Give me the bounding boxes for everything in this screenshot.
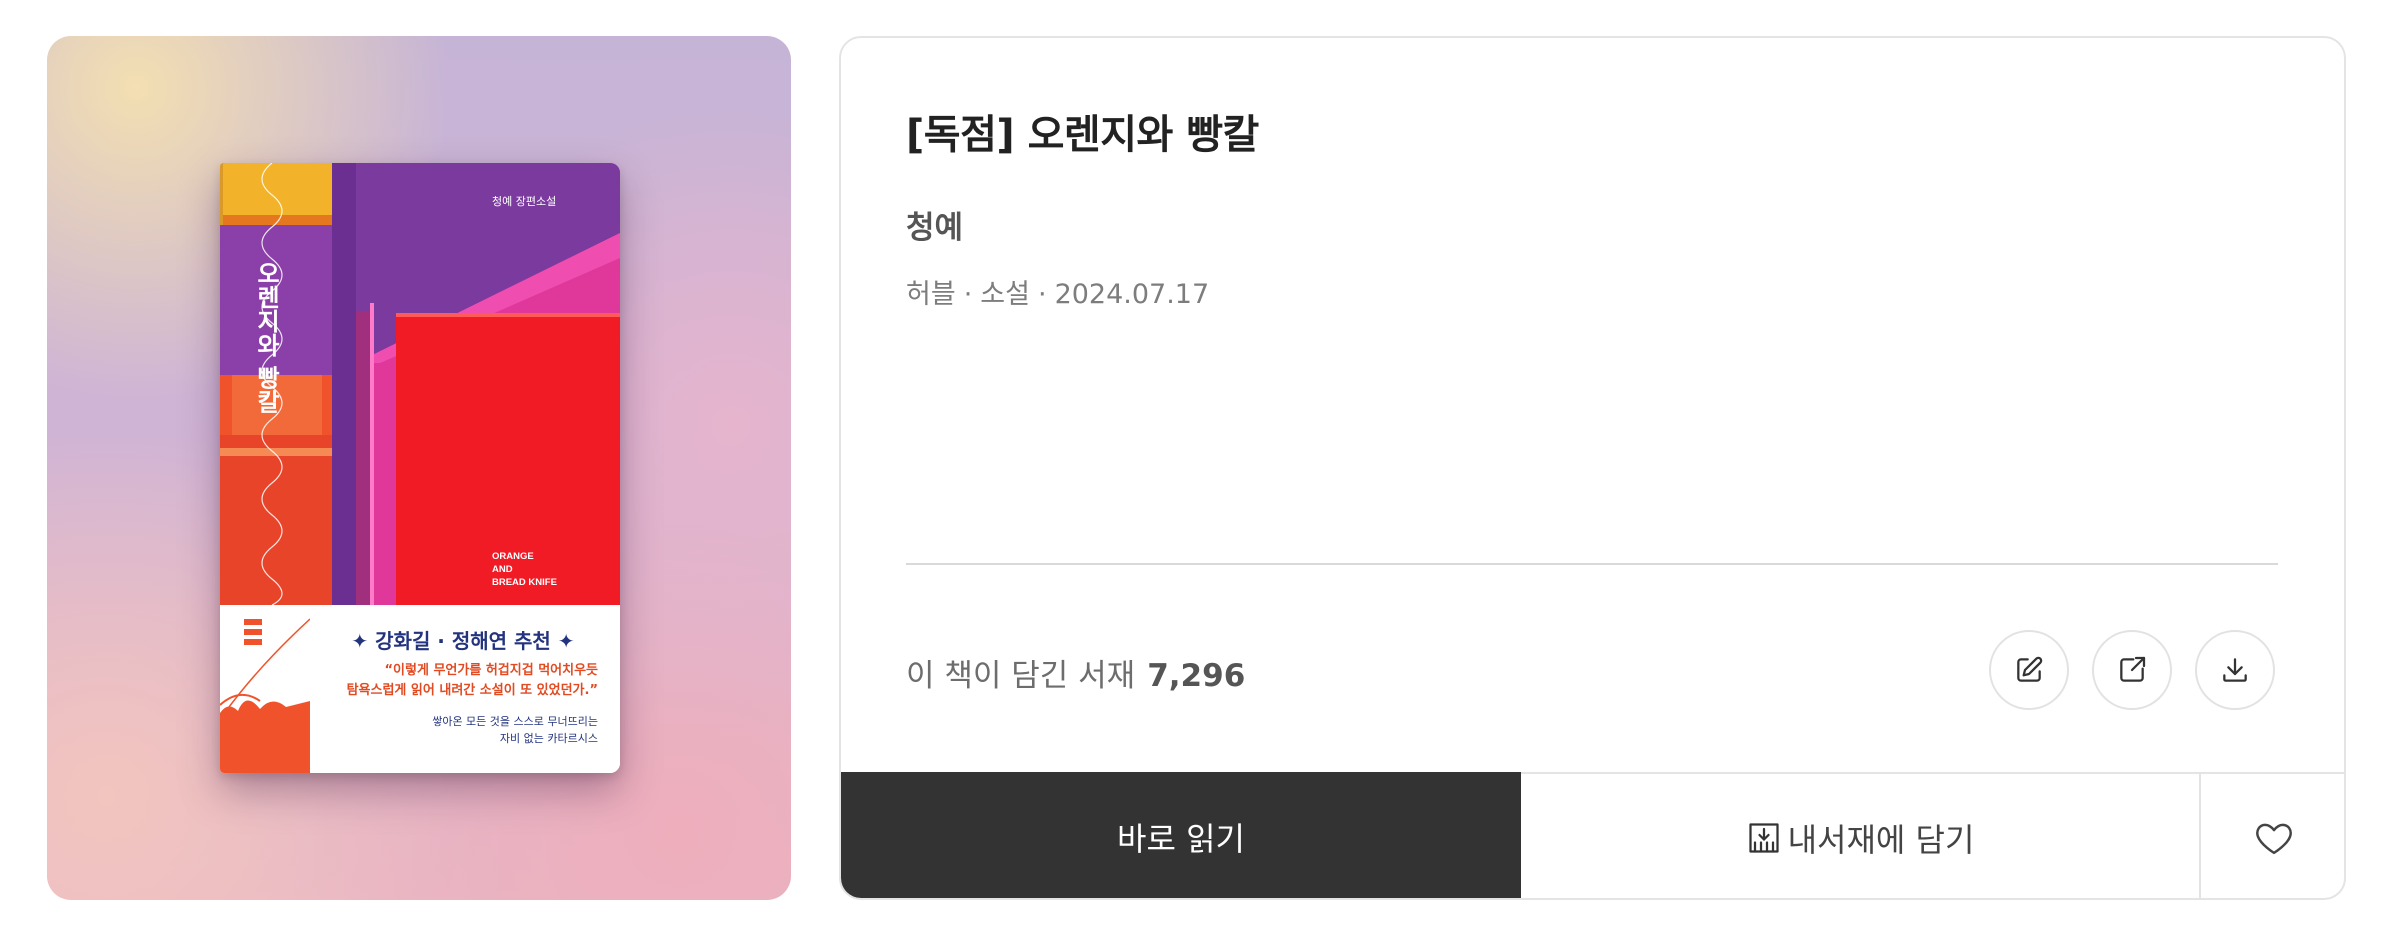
cover-recommendation: ✦ 강화길 · 정해연 추천 ✦ xyxy=(351,629,575,653)
shelf-count-label: 이 책이 담긴 서재 xyxy=(906,658,1136,694)
cover-english-line: ORANGE xyxy=(492,551,534,562)
read-now-label: 바로 읽기 xyxy=(1117,820,1245,858)
meta-separator: · xyxy=(1037,279,1047,310)
cover-english-title: ORANGE AND BREAD KNIFE xyxy=(492,550,557,589)
shelf-count-row: 이 책이 담긴 서재 7,296 xyxy=(906,650,1245,695)
cover-series-label: 청예 장편소설 xyxy=(492,195,557,208)
cover-quote-line: “이렇게 무언가를 허겁지겁 먹어치우듯 xyxy=(384,663,598,678)
read-now-button[interactable]: 바로 읽기 xyxy=(841,772,1521,898)
like-button[interactable] xyxy=(2201,774,2344,898)
book-title: [독점] 오렌지와 빵칼 xyxy=(906,112,1259,158)
shelf-add-icon xyxy=(1748,823,1779,853)
cover-title-text: 오렌지와 빵칼 xyxy=(252,261,280,414)
cover-tagline: 쌓아온 모든 것을 스스로 무너뜨리는 자비 없는 카타르시스 xyxy=(432,713,598,747)
download-button[interactable] xyxy=(2195,630,2275,710)
action-bar: 바로 읽기 내서재에 담기 xyxy=(841,772,2344,898)
cover-bottom-band: ✦ 강화길 · 정해연 추천 ✦ “이렇게 무언가를 허겁지겁 먹어치우듯 탐욕… xyxy=(220,605,620,773)
cover-tagline-line: 쌓아온 모든 것을 스스로 무너뜨리는 xyxy=(432,715,598,728)
cover-english-line: AND xyxy=(492,564,513,575)
book-publisher[interactable]: 허블 xyxy=(906,279,956,310)
book-info-card: [독점] 오렌지와 빵칼 청예 허블 · 소설 · 2024.07.17 이 책이 담긴… xyxy=(839,36,2346,900)
book-category[interactable]: 소설 xyxy=(980,279,1030,310)
meta-separator: · xyxy=(963,279,973,310)
cover-quote-line: 탐욕스럽게 읽어 내려간 소설이 또 있었던가.” xyxy=(346,683,598,698)
edit-icon xyxy=(2017,656,2043,682)
cover-tagline-line: 자비 없는 카타르시스 xyxy=(499,732,598,745)
cover-panel: 청예 장편소설 오렌지와 빵칼 ORANGE AND BREAD KNIFE ✦… xyxy=(47,36,791,900)
share-icon xyxy=(2120,656,2146,682)
shelf-count-value: 7,296 xyxy=(1147,658,1246,694)
cover-vertical-title: 오렌지와 빵칼 xyxy=(250,261,280,421)
cover-quote: “이렇게 무언가를 허겁지겁 먹어치우듯 탐욕스럽게 읽어 내려간 소설이 또 … xyxy=(347,661,598,701)
add-to-shelf-button[interactable]: 내서재에 담기 xyxy=(1521,774,2201,898)
share-button[interactable] xyxy=(2092,630,2172,710)
add-to-shelf-label: 내서재에 담기 xyxy=(1787,821,1975,859)
book-date: 2024.07.17 xyxy=(1054,279,1210,310)
divider xyxy=(906,563,2278,565)
book-cover[interactable]: 청예 장편소설 오렌지와 빵칼 ORANGE AND BREAD KNIFE ✦… xyxy=(220,163,620,773)
book-meta: 허블 · 소설 · 2024.07.17 xyxy=(906,272,1209,311)
cover-english-line: BREAD KNIFE xyxy=(492,577,557,588)
cover-logo-mark xyxy=(220,618,310,773)
download-icon xyxy=(2223,658,2247,682)
edit-button[interactable] xyxy=(1989,630,2069,710)
book-author[interactable]: 청예 xyxy=(906,202,963,247)
heart-icon xyxy=(2255,823,2292,855)
